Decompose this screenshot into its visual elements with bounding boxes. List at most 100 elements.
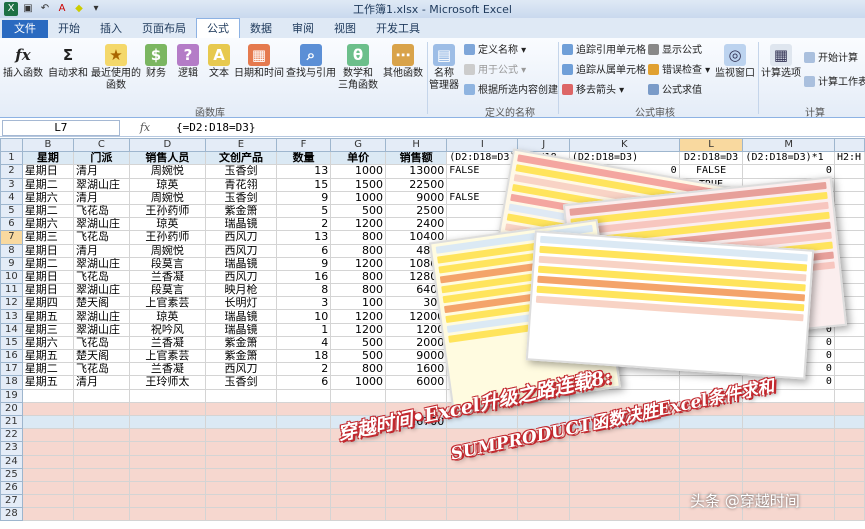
table-cell[interactable] [205,480,277,496]
table-cell[interactable] [385,507,448,522]
table-cell[interactable]: 星期日 [21,269,75,285]
table-cell[interactable]: 星期三 [21,230,75,245]
table-cell[interactable]: 数量 [275,151,332,166]
table-cell[interactable]: 1200 [330,322,387,337]
table-cell[interactable] [21,494,75,509]
table-cell[interactable]: 星期五 [21,348,75,364]
table-cell[interactable] [21,454,75,469]
table-cell[interactable] [128,428,207,443]
table-cell[interactable]: 翠湖山庄 [73,256,130,271]
table-cell[interactable] [833,401,865,416]
table-cell[interactable] [275,388,332,403]
table-cell[interactable] [73,388,130,403]
table-cell[interactable]: 琼英 [128,177,207,192]
table-cell[interactable] [742,467,835,482]
row-header[interactable]: 2 [0,164,23,179]
table-cell[interactable] [446,494,519,509]
table-cell[interactable] [446,480,519,496]
table-cell[interactable]: 6000 [385,375,448,390]
table-cell[interactable]: 星期 [21,151,75,166]
table-cell[interactable]: 飞花岛 [73,203,130,219]
tab-file[interactable]: 文件 [2,20,48,38]
table-cell[interactable]: 瑞晶镜 [205,217,277,232]
table-cell[interactable] [385,494,448,509]
table-cell[interactable] [73,494,130,509]
table-cell[interactable]: 22500 [385,177,448,192]
table-cell[interactable]: 6 [275,243,332,258]
show-formulas-button[interactable]: 显示公式 [648,44,702,57]
table-cell[interactable]: 1200 [330,256,387,271]
tab-data[interactable]: 数据 [240,20,282,38]
table-cell[interactable] [330,441,387,456]
table-cell[interactable] [742,414,835,430]
table-cell[interactable]: 兰香凝 [128,335,207,351]
table-cell[interactable] [73,507,130,522]
table-cell[interactable] [517,480,570,496]
table-cell[interactable]: 9000 [385,348,448,364]
table-cell[interactable] [330,480,387,496]
table-cell[interactable] [833,507,865,522]
table-cell[interactable]: 飞花岛 [73,230,130,245]
row-header[interactable]: 24 [0,454,23,469]
table-cell[interactable] [330,454,387,469]
table-cell[interactable]: 3 [275,296,332,311]
table-cell[interactable] [275,414,332,430]
table-cell[interactable] [275,467,332,482]
table-cell[interactable]: 周婉悦 [128,190,207,205]
table-cell[interactable]: 西风刀 [205,362,277,377]
table-cell[interactable] [678,428,744,443]
column-header[interactable]: F [275,138,332,153]
row-header[interactable]: 19 [0,388,23,403]
row-header[interactable]: 5 [0,203,23,219]
table-cell[interactable] [678,454,744,469]
table-cell[interactable] [678,414,744,430]
table-cell[interactable] [833,428,865,443]
row-header[interactable]: 4 [0,190,23,205]
table-cell[interactable]: 紫金箫 [205,335,277,351]
row-header[interactable]: 18 [0,375,23,390]
table-cell[interactable] [742,441,835,456]
table-cell[interactable] [21,388,75,403]
evaluate-formula-button[interactable]: 公式求值 [648,84,702,97]
table-cell[interactable]: 星期二 [21,256,75,271]
table-cell[interactable]: 清月 [73,243,130,258]
table-cell[interactable]: 飞花岛 [73,269,130,285]
table-cell[interactable]: 西风刀 [205,269,277,285]
tab-formulas[interactable]: 公式 [196,18,240,38]
table-cell[interactable]: 销售额 [385,151,448,166]
table-cell[interactable] [517,507,570,522]
create-from-selection-button[interactable]: 根据所选内容创建 [464,84,558,97]
table-cell[interactable]: 周婉悦 [128,243,207,258]
row-header[interactable]: 22 [0,428,23,443]
table-cell[interactable]: 2 [275,217,332,232]
table-cell[interactable]: 西风刀 [205,230,277,245]
tab-home[interactable]: 开始 [48,20,90,38]
table-cell[interactable] [128,441,207,456]
table-cell[interactable]: 翠湖山庄 [73,309,130,324]
table-cell[interactable]: 文创产品 [205,151,277,166]
row-header[interactable]: 20 [0,401,23,416]
row-header[interactable]: 11 [0,283,23,298]
table-cell[interactable]: 玉香剑 [205,164,277,179]
table-cell[interactable]: 清月 [73,190,130,205]
table-cell[interactable]: 星期日 [21,243,75,258]
row-header[interactable]: 6 [0,217,23,232]
table-cell[interactable]: 5 [275,203,332,219]
row-header[interactable]: 25 [0,467,23,482]
table-cell[interactable]: 玉香剑 [205,375,277,390]
table-cell[interactable]: 2000 [385,335,448,351]
table-cell[interactable] [128,414,207,430]
table-cell[interactable] [385,441,448,456]
table-cell[interactable]: 10 [275,309,332,324]
table-cell[interactable] [517,494,570,509]
table-cell[interactable] [21,401,75,416]
table-cell[interactable]: 瑞晶镜 [205,322,277,337]
column-header[interactable]: E [205,138,277,153]
table-cell[interactable] [73,428,130,443]
table-cell[interactable]: 琼英 [128,217,207,232]
tab-review[interactable]: 审阅 [282,20,324,38]
table-cell[interactable]: 500 [330,335,387,351]
table-cell[interactable] [446,467,519,482]
table-cell[interactable] [446,507,519,522]
table-cell[interactable]: 1000 [330,164,387,179]
